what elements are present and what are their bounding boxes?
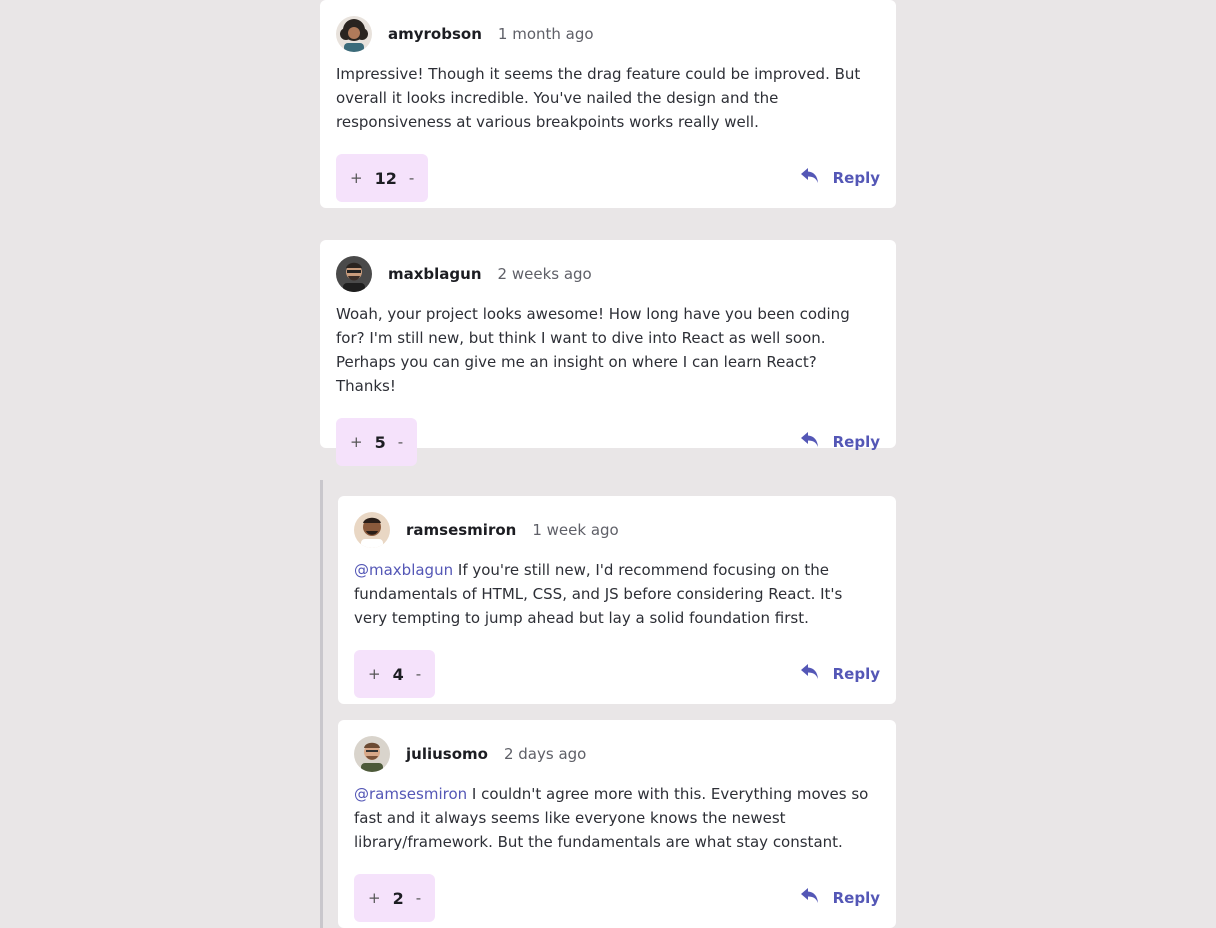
comment-body: Woah, your project looks awesome! How lo…: [336, 305, 850, 395]
reply-icon: [800, 432, 819, 452]
score: 12: [374, 168, 397, 188]
vote-control: + 12 -: [336, 154, 429, 202]
downvote-button[interactable]: -: [414, 889, 423, 907]
mention-link[interactable]: @ramsesmiron: [354, 785, 467, 803]
comment-text: Woah, your project looks awesome! How lo…: [336, 302, 881, 398]
upvote-button[interactable]: +: [366, 889, 383, 907]
comment-card: maxblagun 2 weeks ago Woah, your project…: [320, 240, 896, 466]
downvote-button[interactable]: -: [396, 433, 405, 451]
reply-card: juliusomo 2 days ago @ramsesmiron I coul…: [338, 720, 896, 928]
reply-label: Reply: [832, 889, 880, 907]
reply-button[interactable]: Reply: [800, 168, 880, 188]
comment-header: maxblagun 2 weeks ago: [336, 256, 880, 292]
comment-text: Impressive! Though it seems the drag fea…: [336, 62, 881, 134]
reply-button[interactable]: Reply: [800, 432, 880, 452]
comment-header: ramsesmiron 1 week ago: [354, 512, 880, 548]
reply-icon: [800, 888, 819, 908]
score: 5: [374, 432, 386, 452]
reply-label: Reply: [832, 433, 880, 451]
reply-icon: [800, 664, 819, 684]
avatar: [354, 736, 390, 772]
comment-card: amyrobson 1 month ago Impressive! Though…: [320, 0, 896, 208]
downvote-button[interactable]: -: [407, 169, 416, 187]
comment-footer: + 5 - Reply: [336, 418, 880, 466]
username: maxblagun: [388, 265, 482, 283]
comment-body: Impressive! Though it seems the drag fea…: [336, 65, 861, 131]
score: 2: [392, 888, 404, 908]
vote-control: + 5 -: [336, 418, 418, 466]
avatar: [336, 256, 372, 292]
thread-line: [320, 480, 323, 928]
avatar: [336, 16, 372, 52]
reply-button[interactable]: Reply: [800, 664, 880, 684]
upvote-button[interactable]: +: [348, 433, 365, 451]
timestamp: 2 days ago: [503, 745, 587, 763]
comment-text: @ramsesmiron I couldn't agree more with …: [354, 782, 874, 854]
mention-link[interactable]: @maxblagun: [354, 561, 453, 579]
username: amyrobson: [388, 25, 482, 43]
upvote-button[interactable]: +: [348, 169, 365, 187]
comment-footer: + 2 - Reply: [354, 874, 880, 922]
reply-card: ramsesmiron 1 week ago @maxblagun If you…: [338, 496, 896, 704]
vote-control: + 2 -: [354, 874, 436, 922]
username: ramsesmiron: [406, 521, 517, 539]
comment-footer: + 12 - Reply: [336, 154, 880, 202]
timestamp: 1 week ago: [532, 521, 619, 539]
username: juliusomo: [406, 745, 488, 763]
downvote-button[interactable]: -: [414, 665, 423, 683]
reply-icon: [800, 168, 819, 188]
score: 4: [392, 664, 404, 684]
timestamp: 1 month ago: [497, 25, 594, 43]
comment-header: amyrobson 1 month ago: [336, 16, 880, 52]
reply-label: Reply: [832, 169, 880, 187]
timestamp: 2 weeks ago: [497, 265, 592, 283]
upvote-button[interactable]: +: [366, 665, 383, 683]
comment-footer: + 4 - Reply: [354, 650, 880, 698]
reply-label: Reply: [832, 665, 880, 683]
comment-text: @maxblagun If you're still new, I'd reco…: [354, 558, 854, 630]
avatar: [354, 512, 390, 548]
reply-button[interactable]: Reply: [800, 888, 880, 908]
vote-control: + 4 -: [354, 650, 436, 698]
comment-header: juliusomo 2 days ago: [354, 736, 880, 772]
